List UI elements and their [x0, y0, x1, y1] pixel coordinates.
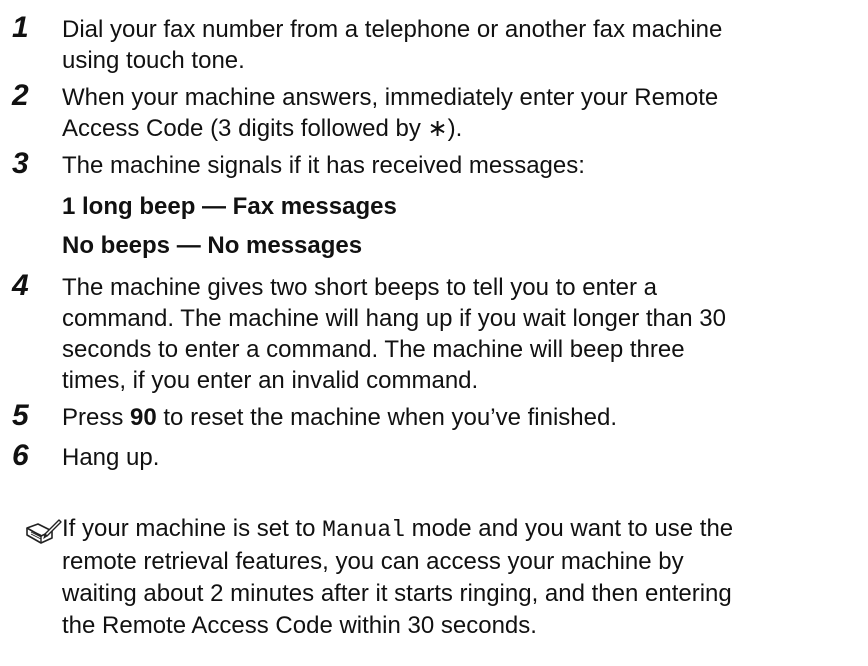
note-text-pre: If your machine is set to [62, 515, 323, 542]
step-text: Press 90 to reset the machine when you’v… [62, 402, 862, 433]
note-line-4: the Remote Access Code within 30 seconds… [62, 612, 537, 639]
step-line: When your machine answers, immediately e… [62, 84, 719, 111]
step-text: Dial your fax number from a telephone or… [62, 14, 862, 76]
signal-no-messages: No beeps — No messages [62, 232, 363, 259]
step-number: 4 [12, 269, 29, 302]
step-number: 5 [12, 399, 29, 432]
step-number: 1 [12, 11, 29, 44]
note-line-1: If your machine is set to Manual mode an… [62, 513, 862, 546]
reset-code: 90 [130, 404, 157, 431]
step-line: Access Code (3 digits followed by ∗). [62, 115, 463, 142]
step-text: When your machine answers, immediately e… [62, 82, 862, 144]
step-line: Hang up. [62, 444, 160, 471]
manual-page: 1 Dial your fax number from a telephone … [0, 0, 868, 666]
step-text: The machine signals if it has received m… [62, 150, 862, 181]
step-line: command. The machine will hang up if you… [62, 305, 726, 332]
step-text-pre: Press [62, 404, 131, 431]
note-text: If your machine is set to Manual mode an… [62, 513, 862, 642]
step-line: The machine gives two short beeps to tel… [62, 274, 657, 301]
step-line: using touch tone. [62, 47, 245, 74]
step-number: 2 [12, 79, 29, 112]
step-text: Hang up. [62, 442, 862, 473]
step-line: times, if you enter an invalid command. [62, 367, 479, 394]
step-text: The machine gives two short beeps to tel… [62, 272, 862, 396]
note-text-post: mode and you want to use the [404, 515, 734, 542]
note-pencil-icon [26, 519, 62, 544]
note-line-3: waiting about 2 minutes after it starts … [62, 580, 732, 607]
step-line: Dial your fax number from a telephone or… [62, 16, 723, 43]
step-number: 3 [12, 147, 29, 180]
step-line: seconds to enter a command. The machine … [62, 336, 685, 363]
step-number: 6 [12, 439, 29, 472]
step-text-post: to reset the machine when you’ve finishe… [156, 404, 617, 431]
step-line: The machine signals if it has received m… [62, 152, 585, 179]
signal-fax-messages: 1 long beep — Fax messages [62, 193, 397, 220]
mode-name: Manual [322, 517, 405, 543]
note-line-2: remote retrieval features, you can acces… [62, 548, 684, 575]
